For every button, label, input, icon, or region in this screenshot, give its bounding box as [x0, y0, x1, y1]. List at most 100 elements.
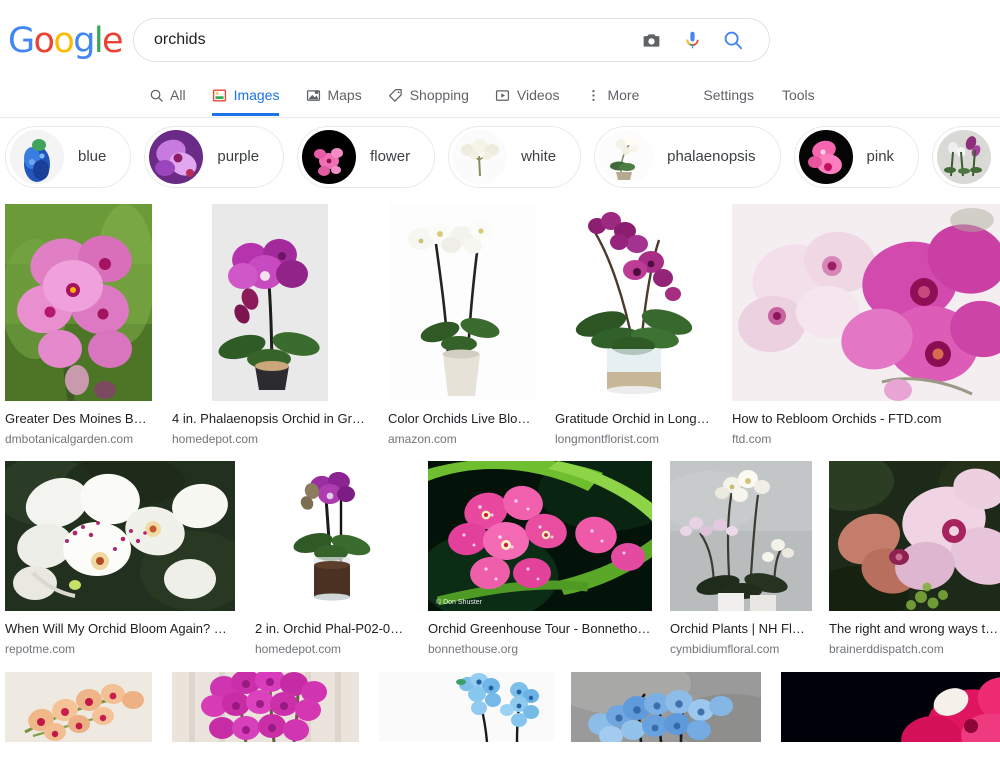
result-thumbnail[interactable] — [379, 672, 554, 742]
result-thumbnail[interactable] — [388, 204, 535, 401]
result-thumbnail[interactable] — [5, 672, 152, 742]
result-tile[interactable] — [781, 672, 1000, 752]
logo-letter-g1: G — [8, 24, 34, 59]
chip-blue[interactable]: blue — [5, 126, 131, 188]
result-title[interactable]: The right and wrong ways to w — [829, 621, 1000, 637]
result-tile[interactable]: When Will My Orchid Bloom Again? … repot… — [5, 461, 235, 657]
result-thumbnail[interactable]: © Don Shuster — [428, 461, 652, 611]
chip-thumb-phalaenopsis — [599, 130, 653, 184]
chip-white[interactable]: white — [448, 126, 581, 188]
result-title[interactable]: 2 in. Orchid Phal-P02-0… — [255, 621, 410, 637]
result-tile[interactable]: The right and wrong ways to w brainerddi… — [829, 461, 1000, 657]
result-title[interactable]: Orchid Plants | NH Flo… — [670, 621, 812, 637]
logo-letter-g2: g — [73, 24, 94, 59]
result-thumbnail[interactable] — [571, 672, 761, 742]
microphone-icon[interactable] — [680, 28, 704, 52]
result-thumbnail[interactable] — [5, 461, 235, 611]
tab-images-label: Images — [234, 78, 280, 113]
result-title[interactable]: Gratitude Orchid in Long… — [555, 411, 712, 427]
result-thumbnail[interactable] — [172, 204, 368, 401]
search-bar[interactable] — [133, 18, 770, 62]
result-thumbnail[interactable] — [670, 461, 812, 611]
result-domain: cymbidiumfloral.com — [670, 642, 812, 657]
result-tile[interactable]: Gratitude Orchid in Long… longmontfloris… — [555, 204, 712, 447]
tools-link[interactable]: Tools — [782, 78, 815, 113]
logo-letter-e: e — [102, 24, 122, 59]
result-tile[interactable]: Greater Des Moines B… dmbotanicalgarden.… — [5, 204, 152, 447]
result-domain: homedepot.com — [255, 642, 410, 657]
tab-maps-label: Maps — [327, 78, 361, 113]
result-tile[interactable]: © Don Shuster Orchid Greenhouse Tour - B… — [428, 461, 652, 657]
tab-shopping[interactable]: Shopping — [388, 78, 469, 116]
chip-blue-label: blue — [78, 148, 106, 165]
search-icon[interactable] — [721, 28, 745, 52]
result-domain: repotme.com — [5, 642, 235, 657]
result-tile[interactable]: Color Orchids Live Blo… amazon.com — [388, 204, 535, 447]
tab-videos[interactable]: Videos — [495, 78, 560, 116]
google-logo[interactable]: Google — [8, 24, 122, 59]
chip-pink[interactable]: pink — [794, 126, 920, 188]
result-domain: amazon.com — [388, 432, 535, 447]
image-results-grid: Greater Des Moines B… dmbotanicalgarden.… — [0, 204, 1000, 752]
tab-maps[interactable]: Maps — [305, 78, 361, 116]
result-thumbnail[interactable] — [172, 672, 359, 742]
tab-more[interactable]: More — [585, 78, 639, 116]
tab-all[interactable]: All — [148, 78, 186, 116]
tab-shopping-label: Shopping — [410, 78, 469, 113]
chip-thumb-dendrobium — [937, 130, 991, 184]
result-thumbnail[interactable] — [732, 204, 1000, 401]
result-title[interactable]: Greater Des Moines B… — [5, 411, 152, 427]
chip-phalaenopsis[interactable]: phalaenopsis — [594, 126, 780, 188]
result-domain: dmbotanicalgarden.com — [5, 432, 152, 447]
result-title[interactable]: When Will My Orchid Bloom Again? … — [5, 621, 235, 637]
search-input[interactable] — [134, 19, 639, 61]
svg-text:© Don Shuster: © Don Shuster — [436, 598, 483, 606]
logo-letter-o2: o — [53, 24, 73, 59]
result-tile[interactable]: 4 in. Phalaenopsis Orchid in Gr… homedep… — [172, 204, 368, 447]
results-row-2: When Will My Orchid Bloom Again? … repot… — [5, 461, 1000, 657]
kebab-menu-icon — [585, 88, 601, 104]
result-thumbnail[interactable] — [555, 204, 712, 401]
video-icon — [495, 88, 511, 104]
chip-purple[interactable]: purple — [144, 126, 284, 188]
results-row-1: Greater Des Moines B… dmbotanicalgarden.… — [5, 204, 1000, 447]
result-thumbnail[interactable] — [5, 204, 152, 401]
result-tile[interactable] — [5, 672, 152, 752]
result-domain: brainerddispatch.com — [829, 642, 1000, 657]
result-tile[interactable]: How to Rebloom Orchids - FTD.com ftd.com — [732, 204, 1000, 447]
tab-images[interactable]: Images — [212, 78, 280, 116]
tab-videos-label: Videos — [517, 78, 560, 113]
chip-thumb-flower — [302, 130, 356, 184]
result-title[interactable]: 4 in. Phalaenopsis Orchid in Gr… — [172, 411, 368, 427]
chip-thumb-white — [453, 130, 507, 184]
page-header: Google — [0, 0, 1000, 118]
camera-icon[interactable] — [639, 28, 663, 52]
result-tile[interactable]: 2 in. Orchid Phal-P02-0… homedepot.com — [255, 461, 410, 657]
result-title[interactable]: Orchid Greenhouse Tour - Bonnetho… — [428, 621, 652, 637]
result-tile[interactable] — [379, 672, 554, 752]
result-thumbnail[interactable] — [781, 672, 1000, 742]
result-domain: longmontflorist.com — [555, 432, 712, 447]
result-title[interactable]: How to Rebloom Orchids - FTD.com — [732, 411, 1000, 427]
chip-thumb-blue — [10, 130, 64, 184]
result-thumbnail[interactable] — [829, 461, 1000, 611]
result-tile[interactable] — [172, 672, 359, 752]
result-thumbnail[interactable] — [255, 461, 410, 611]
chip-flower-label: flower — [370, 148, 410, 165]
tag-icon — [388, 88, 404, 104]
chip-phalaenopsis-label: phalaenopsis — [667, 148, 755, 165]
results-row-3 — [5, 672, 1000, 752]
settings-link[interactable]: Settings — [703, 78, 754, 113]
result-tile[interactable]: Orchid Plants | NH Flo… cymbidiumfloral.… — [670, 461, 812, 657]
result-title[interactable]: Color Orchids Live Blo… — [388, 411, 535, 427]
tab-all-label: All — [170, 78, 186, 113]
logo-letter-l: l — [94, 24, 102, 59]
chip-dendrobium[interactable]: dendrobium — [932, 126, 1000, 188]
chip-flower[interactable]: flower — [297, 126, 435, 188]
related-searches-chips[interactable]: blue purple f — [0, 118, 1000, 195]
search-actions — [639, 28, 769, 52]
result-tile[interactable] — [571, 672, 761, 752]
chip-purple-label: purple — [217, 148, 259, 165]
chip-thumb-purple — [149, 130, 203, 184]
chip-white-label: white — [521, 148, 556, 165]
